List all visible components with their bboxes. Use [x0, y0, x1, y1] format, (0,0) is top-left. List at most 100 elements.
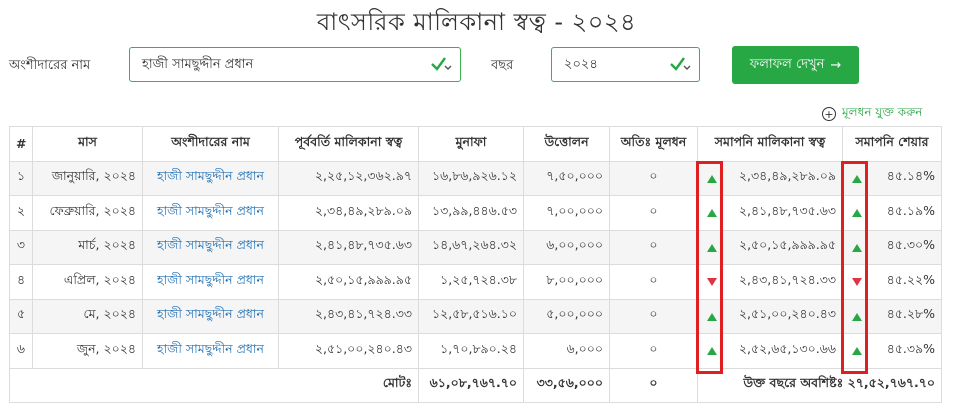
col-header: অতিঃ মূলধন — [609, 126, 698, 162]
col-header: পূর্ববর্তি মালিকানা স্বত্ব — [278, 126, 419, 162]
closing-share-value: ৪৫.২২% — [886, 271, 935, 287]
closing-equity-value: ২,৫২,৬৫,১৩০.৬৬ — [738, 340, 836, 356]
row-extra-capital: ০ — [609, 229, 698, 265]
row-previous-equity: ২,৫০,১৫,৯৯৯.৯৫ — [278, 264, 419, 300]
row-previous-equity: ২,৫১,০০,২৪০.৪৩ — [278, 333, 419, 369]
page-title: বাৎসরিক মালিকানা স্বত্ব - ২০২৪ — [316, 8, 637, 36]
total-withdraw: ৩৩,৫৬,০০০ — [523, 367, 610, 403]
table-header-row: # মাস অংশীদারের নাম পূর্ববর্তি মালিকানা … — [9, 126, 942, 162]
total-extra: ০ — [609, 367, 698, 403]
closing-equity-value: ২,৫০,১৫,৯৯৯.৯৫ — [738, 237, 836, 253]
row-profit: ১,৭০,৮৯০.২৪ — [418, 333, 524, 369]
row-extra-capital: ০ — [609, 160, 698, 196]
remaining-label: উক্ত বছরে অবশিষ্টঃ — [743, 375, 844, 391]
trend-up-icon — [852, 243, 862, 252]
table-row: ১ জানুয়ারি, ২০২৪ হাজী সামছুদ্দীন প্রধান ২,… — [9, 160, 942, 196]
shareholder-name-link[interactable]: হাজী সামছুদ্দীন প্রধান — [142, 333, 279, 369]
closing-equity-value: ২,৫১,০০,২৪০.৪৩ — [738, 306, 836, 322]
row-previous-equity: ২,৪১,৪৮,৭৩৫.৬৩ — [278, 229, 419, 265]
closing-share-value: ৪৫.২৮% — [886, 306, 935, 322]
closing-equity-value: ২,৩৪,৪৯,২৮৯.০৯ — [738, 168, 836, 184]
row-closing-equity: ২,৫১,০০,২৪০.৪৩ — [697, 298, 843, 334]
shareholder-label: অংশীদারের নাম — [9, 58, 91, 73]
col-header: # — [9, 126, 33, 162]
shareholder-value: হাজী সামছুদ্দীন প্রধান — [142, 57, 254, 72]
row-closing-share: ৪৫.২২% — [842, 264, 942, 300]
row-month: এপ্রিল, ২০২৪ — [32, 264, 143, 300]
show-result-label: ফলাফল দেখুন — [749, 56, 825, 72]
add-capital-link[interactable]: + মূলধন যুক্ত করুন — [822, 104, 922, 124]
row-profit: ১৪,৬৭,২৬৪.৩২ — [418, 229, 524, 265]
trend-up-icon — [707, 209, 717, 217]
trend-up-icon — [707, 347, 717, 355]
row-number: ৩ — [9, 229, 33, 265]
row-number: ২ — [9, 195, 33, 231]
shareholder-name-link[interactable]: হাজী সামছুদ্দীন প্রধান — [142, 264, 279, 300]
row-month: মে, ২০২৪ — [32, 298, 143, 334]
closing-equity-value: ২,৪১,৪৮,৭৩৫.৬৩ — [738, 202, 836, 218]
row-profit: ১৬,৮৬,৯২৬.১২ — [418, 160, 524, 196]
total-label: মোটঃ — [9, 367, 419, 403]
shareholder-name-link[interactable]: হাজী সামছুদ্দীন প্রধান — [142, 160, 279, 196]
closing-share-value: ৪৫.৩০% — [886, 237, 935, 253]
show-result-button[interactable]: ফলাফল দেখুন → — [732, 46, 859, 84]
year-select[interactable]: ২০২৪ — [551, 47, 700, 82]
row-previous-equity: ২,২৫,১২,৩৬২.৯৭ — [278, 160, 419, 196]
row-withdrawal: ৫,০০,০০০ — [523, 298, 610, 334]
row-extra-capital: ০ — [609, 298, 698, 334]
shareholder-name-link[interactable]: হাজী সামছুদ্দীন প্রধান — [142, 298, 279, 334]
closing-equity-value: ২,৪৩,৪১,৭২৪.৩৩ — [738, 271, 836, 287]
row-previous-equity: ২,৪৩,৪১,৭২৪.৩৩ — [278, 298, 419, 334]
trend-up-icon — [852, 312, 862, 321]
row-closing-equity: ২,৪৩,৪১,৭২৪.৩৩ — [697, 264, 843, 300]
row-extra-capital: ০ — [609, 333, 698, 369]
ownership-table: # মাস অংশীদারের নাম পূর্ববর্তি মালিকানা … — [9, 126, 942, 403]
trend-up-icon — [707, 174, 717, 183]
row-withdrawal: ৬,০০,০০০ — [523, 229, 610, 265]
col-header: উত্তোলন — [523, 126, 610, 162]
shareholder-select[interactable]: হাজী সামছুদ্দীন প্রধান — [129, 47, 461, 82]
row-month: জুন, ২০২৪ — [32, 333, 143, 369]
row-month: জানুয়ারি, ২০২৪ — [32, 160, 143, 196]
shareholder-name-link[interactable]: হাজী সামছুদ্দীন প্রধান — [142, 195, 279, 231]
col-header: মুনাফা — [418, 126, 524, 162]
col-header: সমাপনি শেয়ার — [842, 126, 942, 162]
valid-check-icon — [670, 57, 691, 71]
row-month: মার্চ, ২০২৪ — [32, 229, 143, 265]
row-closing-equity: ২,৫০,১৫,৯৯৯.৯৫ — [697, 229, 843, 265]
row-closing-share: ৪৫.১৯% — [842, 195, 942, 231]
row-number: ৬ — [9, 333, 33, 369]
row-closing-share: ৪৫.৩০% — [842, 229, 942, 265]
row-withdrawal: ৮,০০,০০০ — [523, 264, 610, 300]
row-profit: ১২,৫৮,৫১৬.১০ — [418, 298, 524, 334]
row-profit: ১৩,৯৯,৪৪৬.৫৩ — [418, 195, 524, 231]
col-header: অংশীদারের নাম — [142, 126, 279, 162]
row-closing-share: ৪৫.২৮% — [842, 298, 942, 334]
row-withdrawal: ৭,০০,০০০ — [523, 195, 610, 231]
table-footer-row: মোটঃ ৬১,০৮,৭৬৭.৭০ ৩৩,৫৬,০০০ ০ উক্ত বছরে … — [9, 367, 942, 403]
table-row: ২ ফেব্রুয়ারি, ২০২৪ হাজী সামছুদ্দীন প্রধান… — [9, 195, 942, 231]
row-profit: ১,২৫,৭২৪.৩৮ — [418, 264, 524, 300]
trend-down-icon — [707, 278, 717, 286]
row-previous-equity: ২,৩৪,৪৯,২৮৯.০৯ — [278, 195, 419, 231]
row-closing-equity: ২,৪১,৪৮,৭৩৫.৬৩ — [697, 195, 843, 231]
table-row: ৩ মার্চ, ২০২৪ হাজী সামছুদ্দীন প্রধান ২,৪১,৪… — [9, 229, 942, 265]
row-month: ফেব্রুয়ারি, ২০২৪ — [32, 195, 143, 231]
row-number: ৪ — [9, 264, 33, 300]
arrow-right-icon: → — [830, 57, 842, 73]
shareholder-name-link[interactable]: হাজী সামছুদ্দীন প্রধান — [142, 229, 279, 265]
closing-share-value: ৪৫.৩৯% — [886, 340, 935, 356]
row-withdrawal: ৬,০০০ — [523, 333, 610, 369]
row-closing-share: ৪৫.৩৯% — [842, 333, 942, 369]
trend-up-icon — [707, 243, 717, 252]
trend-up-icon — [852, 209, 862, 217]
plus-circle-icon: + — [822, 107, 836, 121]
row-number: ১ — [9, 160, 33, 196]
closing-share-value: ৪৫.১৯% — [886, 202, 935, 218]
trend-up-icon — [852, 347, 862, 355]
total-profit: ৬১,০৮,৭৬৭.৭০ — [418, 367, 524, 403]
row-extra-capital: ০ — [609, 195, 698, 231]
remaining-value: ২৭,৫২,৭৬৭.৭০ — [847, 375, 935, 391]
closing-share-value: ৪৫.১৪% — [886, 168, 935, 184]
col-header: মাস — [32, 126, 143, 162]
